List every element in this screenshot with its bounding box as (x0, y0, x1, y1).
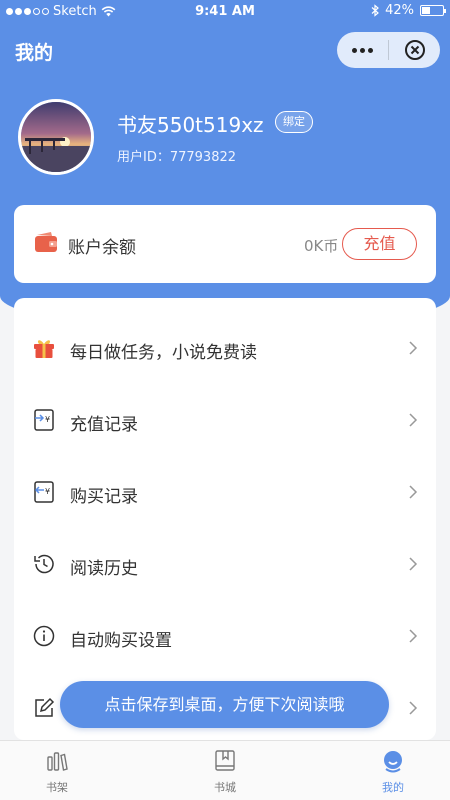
gift-icon (34, 340, 54, 358)
close-button[interactable] (389, 32, 440, 68)
menu-item-purchase-record[interactable]: ¥ 购买记录 (14, 456, 436, 528)
menu-item-label: 阅读历史 (70, 559, 138, 579)
avatar-image (21, 102, 91, 172)
battery-percent: 42% (385, 3, 414, 18)
status-bar: Sketch 9:41 AM 42% (0, 0, 450, 24)
info-icon (33, 625, 55, 647)
balance-card: 账户余额 0K币 充值 (14, 205, 436, 283)
menu-item-auto-purchase[interactable]: 自动购买设置 (14, 600, 436, 672)
chevron-right-icon (409, 557, 418, 571)
tab-bar: 书架 书城 我的 (0, 740, 450, 800)
tab-label: 书架 (46, 781, 68, 794)
chevron-right-icon (409, 341, 418, 355)
chevron-right-icon (409, 485, 418, 499)
menu-card: 每日做任务，小说免费读 ¥ 充值记录 ¥ 购买记录 阅读历史 自动购买设置 (14, 298, 436, 740)
menu-item-label: 每日做任务，小说免费读 (70, 343, 257, 363)
edit-icon (35, 697, 55, 717)
avatar[interactable] (18, 99, 94, 175)
battery-fill (422, 7, 430, 14)
chevron-right-icon (409, 413, 418, 427)
save-to-desktop-toast[interactable]: 点击保存到桌面，方便下次阅读哦 (60, 681, 389, 728)
balance-value: 0K币 (304, 237, 339, 255)
profile-icon (384, 751, 402, 773)
menu-item-label: 充值记录 (70, 415, 138, 435)
chevron-right-icon (409, 701, 418, 715)
bookstore-icon (215, 750, 235, 771)
username: 书友550t519xz (117, 113, 264, 137)
bind-account-button[interactable]: 绑定 (275, 111, 313, 133)
menu-item-daily-tasks[interactable]: 每日做任务，小说免费读 (14, 312, 436, 384)
tab-label: 我的 (382, 781, 404, 794)
purchase-record-icon: ¥ (34, 481, 54, 503)
recharge-record-icon: ¥ (34, 409, 54, 431)
balance-label: 账户余额 (68, 238, 136, 258)
tab-bookstore[interactable]: 书城 (185, 741, 265, 800)
history-clock-icon (34, 554, 54, 574)
bookshelf-icon (47, 752, 68, 771)
chevron-right-icon (409, 629, 418, 643)
page-title: 我的 (15, 42, 54, 64)
more-dots-icon (352, 47, 357, 53)
svg-text:¥: ¥ (45, 415, 50, 424)
close-icon (404, 40, 425, 60)
status-right: 42% (371, 3, 446, 18)
menu-item-label: 购买记录 (70, 487, 138, 507)
menu-item-label: 自动购买设置 (70, 631, 172, 651)
battery-icon (420, 5, 446, 16)
more-button[interactable] (337, 32, 388, 68)
menu-item-recharge-record[interactable]: ¥ 充值记录 (14, 384, 436, 456)
user-id: 用户ID：77793822 (117, 150, 237, 165)
tab-bookshelf[interactable]: 书架 (17, 741, 97, 800)
menu-item-reading-history[interactable]: 阅读历史 (14, 528, 436, 600)
svg-text:¥: ¥ (45, 487, 50, 496)
tab-label: 书城 (214, 781, 236, 794)
tab-profile[interactable]: 我的 (353, 741, 433, 800)
wallet-icon (35, 232, 57, 252)
bluetooth-icon (371, 4, 380, 17)
recharge-button[interactable]: 充值 (342, 228, 417, 260)
mini-program-capsule (337, 32, 440, 68)
